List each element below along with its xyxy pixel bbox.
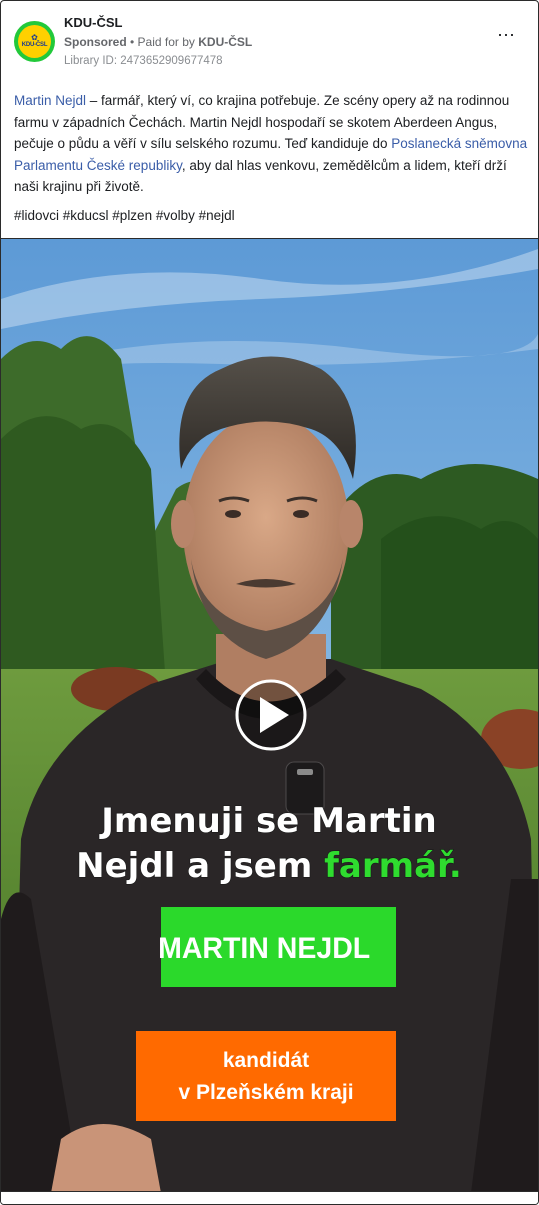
more-options-icon[interactable]: ⋯ — [496, 26, 516, 49]
ad-header: ✿ KDU-ČSL KDU-ČSL Sponsored • Paid for b… — [1, 1, 538, 81]
post-text: Martin Nejdl – farmář, který ví, co kraj… — [14, 90, 530, 198]
video-player[interactable]: Jmenuji se Martin Nejdl a jsem farmář. M… — [1, 238, 538, 1192]
payer-name[interactable]: KDU-ČSL — [198, 35, 252, 49]
video-caption-prefix: Nejdl a jsem — [76, 846, 324, 886]
paid-for-prefix: Paid for by — [137, 35, 199, 49]
sponsored-line: Sponsored • Paid for by KDU-ČSL — [64, 35, 252, 49]
flower-icon: ✿ — [31, 33, 38, 42]
meta-separator: • — [126, 35, 138, 49]
post-hashtags[interactable]: #lidovci #kducsl #plzen #volby #nejdl — [14, 208, 235, 223]
avatar-logo: ✿ KDU-ČSL — [18, 25, 51, 58]
card-footer — [1, 1193, 538, 1204]
name-banner-text: MARTIN NEJDL — [158, 932, 370, 965]
video-caption-highlight: farmář. — [324, 846, 462, 886]
mention-link-martin-nejdl[interactable]: Martin Nejdl — [14, 93, 86, 108]
video-caption-line-2: Nejdl a jsem farmář. — [76, 846, 462, 886]
library-id: Library ID: 2473652909677478 — [64, 55, 223, 67]
role-banner — [136, 1031, 396, 1121]
video-frame: Jmenuji se Martin Nejdl a jsem farmář. M… — [1, 239, 538, 1191]
advertiser-avatar[interactable]: ✿ KDU-ČSL — [14, 21, 55, 62]
avatar-logo-text: KDU-ČSL — [21, 42, 48, 48]
role-banner-line-1: kandidát — [223, 1049, 309, 1072]
video-caption-line-1: Jmenuji se Martin — [99, 801, 436, 841]
role-banner-line-2: v Plzeňském kraji — [178, 1081, 353, 1104]
sponsored-label: Sponsored — [64, 35, 127, 49]
ad-card: ✿ KDU-ČSL KDU-ČSL Sponsored • Paid for b… — [0, 0, 539, 1205]
advertiser-name[interactable]: KDU-ČSL — [64, 15, 123, 30]
